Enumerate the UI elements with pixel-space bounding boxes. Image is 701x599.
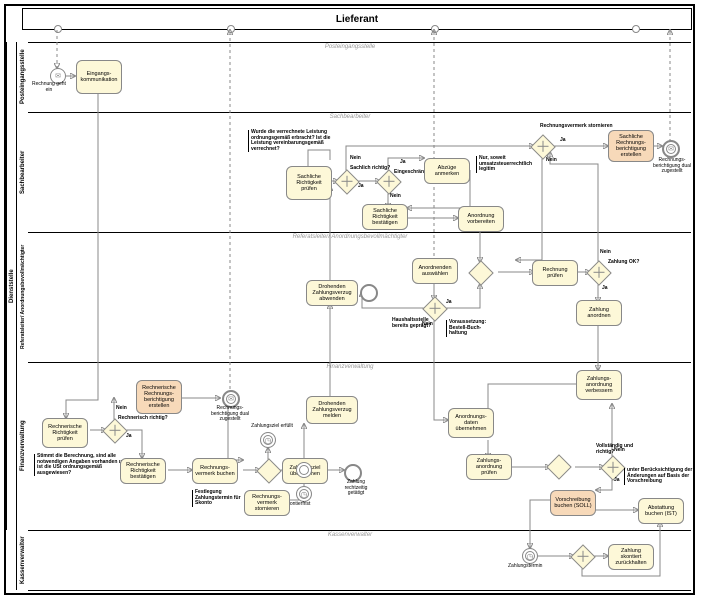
task-sachliche-richtigkeit-pruefen: Sachliche Richtigkeit prüfen	[286, 166, 332, 200]
lane-divider	[28, 530, 691, 531]
task-vorschreibung-buchen: Vorschreibung buchen (SOLL)	[550, 490, 596, 516]
annotation-umsatzsteuer: Nur, soweit umsatzsteuerrechtlich legiti…	[476, 156, 549, 173]
timer-zahlungstermin	[522, 548, 538, 564]
msgflow-marker	[54, 25, 62, 33]
task-sachliche-bestaetigen: Sachliche Richtigkeit bestätigen	[362, 204, 408, 230]
lane-referatsleiter: Referatsleiter/ Anordnungsbevollmächtigt…	[16, 232, 29, 362]
edge-nein: Nein	[350, 156, 361, 162]
annotation-festlegung: Festlegung Zahlungstermin für Skonto	[192, 490, 245, 507]
gateway-rech-label: Rechnerisch richtig?	[118, 416, 168, 422]
task-rechnerische-pruefen: Rechnerische Richtigkeit prüfen	[42, 418, 88, 448]
msgflow-marker	[431, 25, 439, 33]
boundary-timer-zahlungsziel	[260, 432, 276, 448]
edge-ja: Ja	[602, 286, 608, 292]
lane-divider	[28, 362, 691, 363]
task-rechnungsvermerk-stornieren: Rechnungs- vermerk stornieren	[244, 490, 290, 516]
task-anordnenden-auswaehlen: Anordnenden auswählen	[412, 258, 458, 284]
lane-sachbearbeiter: Sachbearbeiter	[16, 112, 29, 232]
lane-posteingang: Posteingangsstelle	[16, 42, 29, 112]
msgflow-marker	[227, 25, 235, 33]
group-label: Finanzverwaltung	[200, 364, 500, 370]
task-rechnung-pruefen: Rechnung prüfen	[532, 260, 578, 286]
group-label: Referatsleiter/ Anordnungsbevollmächtigt…	[200, 234, 500, 240]
lane-divider	[28, 42, 691, 43]
lane-divider	[28, 112, 691, 113]
edge-ja: Ja	[358, 184, 364, 190]
timer-zt-label: Zahlungstermin	[508, 564, 542, 570]
task-zahlungsanordnung-pruefen: Zahlungs- anordnung prüfen	[466, 454, 512, 480]
gateway-zahlok-label: Zahlung OK?	[608, 260, 639, 266]
annotation-rechnerisch-frage: Stimmt die Berechnung, sind alle notwend…	[34, 454, 131, 476]
pool-label: Lieferant	[336, 14, 378, 25]
end-recht-label: Zahlung rechtzeitig getätigt	[336, 480, 376, 497]
task-rechnerische-berichtigung: Rechnerische Rechnungs- berichtigung ers…	[136, 380, 182, 414]
timer-zahlungsziel-label: Zahlungsziel erfüllt	[250, 424, 294, 430]
task-abzuege-anmerken: Abzüge anmerken	[424, 158, 470, 184]
group-label: Posteingangsstelle	[200, 44, 500, 50]
task-zahlung-anordnen: Zahlung anordnen	[576, 300, 622, 326]
edge-ja: Ja	[126, 434, 132, 440]
gateway-storno-label: Rechnungsvermerk stornieren	[540, 124, 613, 130]
task-zahlung-skontiert: Zahlung skontiert zurückhalten	[608, 544, 654, 570]
edge-nein: Nein	[614, 448, 625, 454]
lane-divider	[28, 590, 691, 591]
end-event-dual2-label: Rechnungs- berichtigung dual zugestellt	[650, 158, 694, 175]
task-anordnung-vorbereiten: Anordnung vorbereiten	[458, 206, 504, 232]
pool-lieferant: Lieferant	[22, 8, 692, 30]
edge-nein: Nein	[390, 194, 401, 200]
edge-nein: Nein	[600, 250, 611, 256]
lane-divider	[28, 232, 691, 233]
annotation-beruecksichtigung: unter Berücksichtigung der Änderungen au…	[624, 468, 693, 485]
edge-nein: Nein	[546, 158, 557, 164]
task-rechnerische-bestaetigen: Rechnerische Richtigkeit bestätigen	[120, 458, 166, 484]
task-drohenden-verzug-abwenden: Drohenden Zahlungsverzug abwenden	[306, 280, 358, 306]
task-drohenden-verzug-melden: Drohenden Zahlungsverzug melden	[306, 396, 358, 424]
end-event-verzug	[360, 284, 378, 302]
start-event-label: Rechnung geht ein	[32, 82, 66, 93]
end-event-dual2	[662, 140, 680, 158]
end-event-dual1-label: Rechnungs- berichtigung dual zugestellt	[208, 406, 252, 423]
edge-ja: Ja	[400, 160, 406, 166]
group-label: Sachbearbeiter	[200, 114, 500, 120]
task-zahlungsanordnung-verbessern: Zahlungs- anordnung verbessern	[576, 370, 622, 400]
gateway-haushalt-label: Haushaltsstelle bereits geprägt?	[392, 318, 444, 329]
timer-skontierfrist	[296, 486, 312, 502]
edge-nein: Nein	[422, 322, 433, 328]
bpmn-diagram: Lieferant Dienststelle Posteingangsstell…	[0, 0, 701, 599]
group-label: Kassenverwalter	[200, 532, 500, 538]
edge-ja: Ja	[446, 300, 452, 306]
task-abstattung-buchen: Abstattung buchen (IST)	[638, 498, 684, 524]
msgflow-marker	[632, 25, 640, 33]
edge-ja: Ja	[560, 138, 566, 144]
lane-kassenverwalter: Kassenverwalter	[16, 530, 29, 590]
annotation-sachliche-frage: Wurde die verrechnete Leistung ordnungsg…	[248, 130, 341, 152]
task-rechnungsvermerk-buchen: Rechnungs- vermerk buchen	[192, 458, 238, 484]
edge-ja: Ja	[614, 478, 620, 484]
task-anordnungsdaten-uebernehmen: Anordnungs- daten übernehmen	[448, 408, 494, 438]
lane-finanzverwaltung: Finanzverwaltung	[16, 362, 29, 530]
gateway-sachlich-label: Sachlich richtig?	[350, 166, 390, 172]
edge-nein: Nein	[116, 406, 127, 412]
annotation-bestellbuchhaltung: Voraussetzung: Bestell-Buch- haltung	[446, 320, 499, 337]
task-sachliche-berichtigung: Sachliche Rechnungs- berichtigung erstel…	[608, 130, 654, 162]
task-eingangskommunikation: Eingangs- kommunikation	[76, 60, 122, 94]
